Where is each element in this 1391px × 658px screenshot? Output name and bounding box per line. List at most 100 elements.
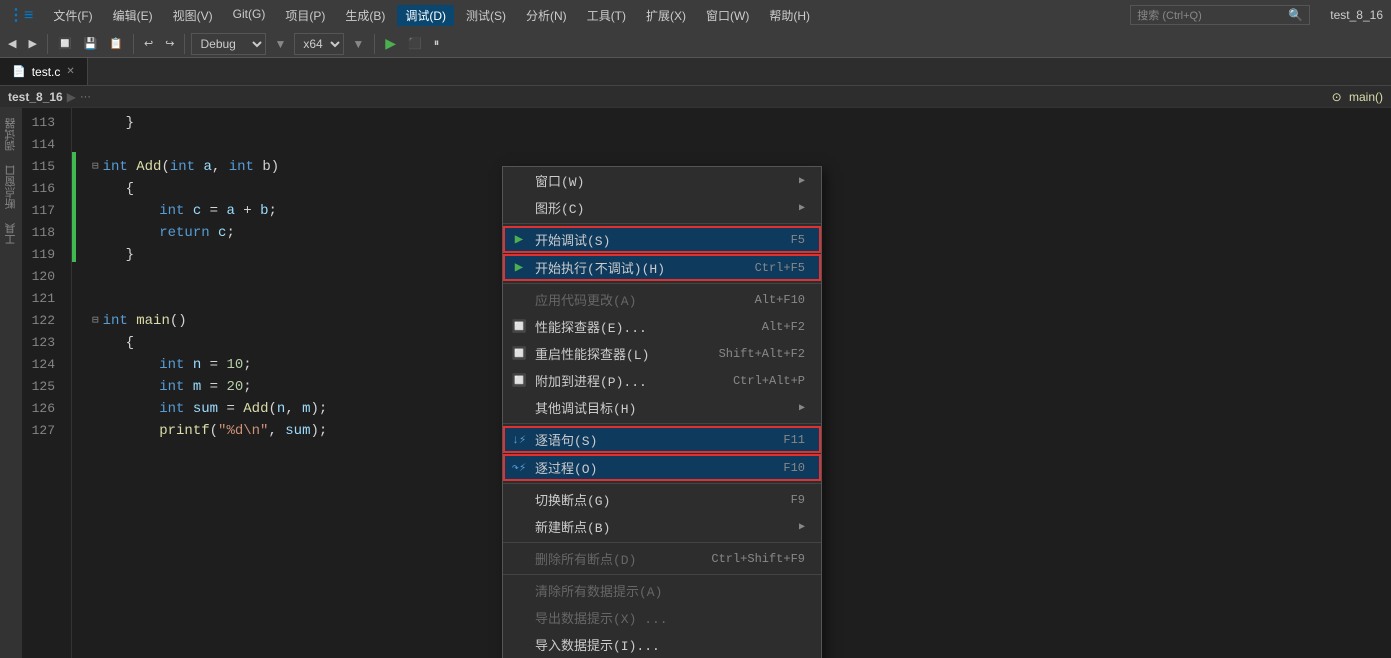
menu-build[interactable]: 生成(B)	[337, 5, 393, 26]
menu-file[interactable]: 文件(F)	[45, 5, 100, 26]
menu-sep-3	[503, 423, 821, 424]
menu-item-clear-data: 清除所有数据提示(A)	[503, 577, 821, 604]
menu-item-toggle-bp[interactable]: 切换断点(G) F9	[503, 486, 821, 513]
back-button[interactable]: ◀	[4, 35, 20, 52]
toolbar-btn-2[interactable]: ⬛	[404, 35, 426, 52]
sidebar: 调试器 断点窗口 工具	[0, 108, 22, 658]
ln-119: 119	[22, 244, 63, 266]
menu-label-apply-code: 应用代码更改(A)	[535, 290, 727, 309]
menu-git[interactable]: Git(G)	[225, 5, 274, 26]
tab-icon-test-c: 📄	[12, 65, 26, 78]
breadcrumb-project: test_8_16	[8, 90, 63, 104]
ln-120: 120	[22, 266, 63, 288]
menu-project[interactable]: 项目(P)	[277, 5, 333, 26]
main-area: 调试器 断点窗口 工具 113 114 115 116 117 118 119 …	[0, 108, 1391, 658]
run-button[interactable]: ▶	[381, 33, 400, 54]
menu-label-export-data: 导出数据提示(X) ...	[535, 608, 805, 627]
func-icon: ⊙	[1332, 90, 1342, 104]
menu-shortcut-start-nodebug: Ctrl+F5	[755, 261, 805, 275]
menu-label-restart-perf: 重启性能探查器(L)	[535, 344, 691, 363]
toolbar-icon-1[interactable]: 🔲	[54, 35, 76, 52]
tab-label-test-c: test.c	[32, 65, 61, 79]
arch-select[interactable]: x64 x86	[294, 33, 344, 55]
tab-bar: 📄 test.c ✕	[0, 58, 1391, 86]
window-title: test_8_16	[1330, 8, 1383, 22]
search-icon: 🔍	[1288, 8, 1303, 22]
menu-label-import-data: 导入数据提示(I)...	[535, 635, 805, 654]
breadcrumb-bar: test_8_16 ▶ ··· ⊙ main()	[0, 86, 1391, 108]
menu-help[interactable]: 帮助(H)	[761, 5, 818, 26]
menu-shortcut-step-over: F10	[783, 461, 805, 475]
editor-area: 113 114 115 116 117 118 119 120 121 122 …	[22, 108, 1391, 658]
menu-item-attach[interactable]: 🔲 附加到进程(P)... Ctrl+Alt+P	[503, 367, 821, 394]
toolbar-btn-3[interactable]: ⏸	[430, 35, 444, 52]
menu-item-start-nodebug[interactable]: ▶ 开始执行(不调试)(H) Ctrl+F5	[503, 254, 821, 281]
menu-icon-start-nodebug: ▶	[511, 259, 527, 276]
menu-item-start-debug[interactable]: ▶ 开始调试(S) F5	[503, 226, 821, 253]
ln-116: 116	[22, 178, 63, 200]
menu-shortcut-perf: Alt+F2	[762, 320, 805, 334]
menu-view[interactable]: 视图(V)	[165, 5, 221, 26]
menu-icon-step-over: ↷⚡	[511, 460, 527, 475]
menu-test[interactable]: 测试(S)	[458, 5, 514, 26]
menu-item-restart-perf[interactable]: 🔲 重启性能探查器(L) Shift+Alt+F2	[503, 340, 821, 367]
submenu-arrow-window: ▶	[799, 175, 805, 187]
menu-window[interactable]: 窗口(W)	[698, 5, 757, 26]
menu-analyze[interactable]: 分析(N)	[518, 5, 575, 26]
ln-124: 124	[22, 354, 63, 376]
tab-close-test-c[interactable]: ✕	[66, 66, 74, 77]
menu-item-graphics[interactable]: 图形(C) ▶	[503, 194, 821, 221]
menu-tools[interactable]: 工具(T)	[579, 5, 634, 26]
debug-config-select[interactable]: Debug Release	[191, 33, 266, 55]
tab-test-c[interactable]: 📄 test.c ✕	[0, 58, 88, 85]
menu-extensions[interactable]: 扩展(X)	[638, 5, 694, 26]
ln-114: 114	[22, 134, 63, 156]
redo-button[interactable]: ↪	[161, 35, 178, 52]
menu-label-step-over: 逐过程(O)	[535, 458, 755, 477]
menu-debug[interactable]: 调试(D)	[397, 5, 454, 26]
title-bar: ⋮≡ 文件(F) 编辑(E) 视图(V) Git(G) 项目(P) 生成(B) …	[0, 0, 1391, 30]
toolbar-icon-2[interactable]: 💾	[80, 35, 102, 52]
menu-shortcut-attach: Ctrl+Alt+P	[733, 374, 805, 388]
forward-button[interactable]: ▶	[24, 35, 40, 52]
sidebar-icon-debug[interactable]: 调试器	[1, 112, 21, 157]
menu-sep-5	[503, 542, 821, 543]
menu-icon-start-debug: ▶	[511, 231, 527, 248]
menu-icon-perf: 🔲	[511, 319, 527, 334]
menu-label-window: 窗口(W)	[535, 171, 791, 190]
vs-logo: ⋮≡	[8, 5, 33, 25]
menu-item-apply-code: 应用代码更改(A) Alt+F10	[503, 286, 821, 313]
debug-dropdown-menu: 窗口(W) ▶ 图形(C) ▶ ▶ 开始调试(S) F5 ▶ 开始执行(不调试)…	[502, 166, 822, 658]
line-numbers: 113 114 115 116 117 118 119 120 121 122 …	[22, 108, 72, 658]
toolbar: ◀ ▶ 🔲 💾 📋 ↩ ↪ Debug Release ▼ x64 x86 ▼ …	[0, 30, 1391, 58]
menu-edit[interactable]: 编辑(E)	[105, 5, 161, 26]
menu-label-graphics: 图形(C)	[535, 198, 791, 217]
sidebar-icon-breakpoints[interactable]: 断点窗口	[1, 159, 21, 215]
menu-item-import-data[interactable]: 导入数据提示(I)...	[503, 631, 821, 658]
collapse-122[interactable]: ⊟	[92, 310, 99, 332]
menu-sep-2	[503, 283, 821, 284]
search-box[interactable]: 搜索 (Ctrl+Q) 🔍	[1130, 5, 1310, 25]
code-line-113: }	[92, 112, 1391, 134]
menu-shortcut-del-all-bp: Ctrl+Shift+F9	[711, 552, 805, 566]
menu-bar: 文件(F) 编辑(E) 视图(V) Git(G) 项目(P) 生成(B) 调试(…	[45, 5, 818, 26]
toolbar-icon-3[interactable]: 📋	[105, 35, 127, 52]
menu-item-perf[interactable]: 🔲 性能探查器(E)... Alt+F2	[503, 313, 821, 340]
menu-item-window[interactable]: 窗口(W) ▶	[503, 167, 821, 194]
ln-121: 121	[22, 288, 63, 310]
menu-item-new-bp[interactable]: 新建断点(B) ▶	[503, 513, 821, 540]
sidebar-icon-tools[interactable]: 工具	[1, 217, 21, 251]
ln-113: 113	[22, 112, 63, 134]
menu-item-step-into[interactable]: ↓⚡ 逐语句(S) F11	[503, 426, 821, 453]
menu-label-perf: 性能探查器(E)...	[535, 317, 734, 336]
menu-label-clear-data: 清除所有数据提示(A)	[535, 581, 805, 600]
menu-item-step-over[interactable]: ↷⚡ 逐过程(O) F10	[503, 454, 821, 481]
undo-button[interactable]: ↩	[140, 35, 157, 52]
menu-item-other-targets[interactable]: 其他调试目标(H) ▶	[503, 394, 821, 421]
toolbar-sep-2	[133, 34, 134, 54]
toolbar-sep-1	[47, 34, 48, 54]
ln-122: 122	[22, 310, 63, 332]
ln-118: 118	[22, 222, 63, 244]
collapse-115[interactable]: ⊟	[92, 156, 99, 178]
ln-127: 127	[22, 420, 63, 442]
